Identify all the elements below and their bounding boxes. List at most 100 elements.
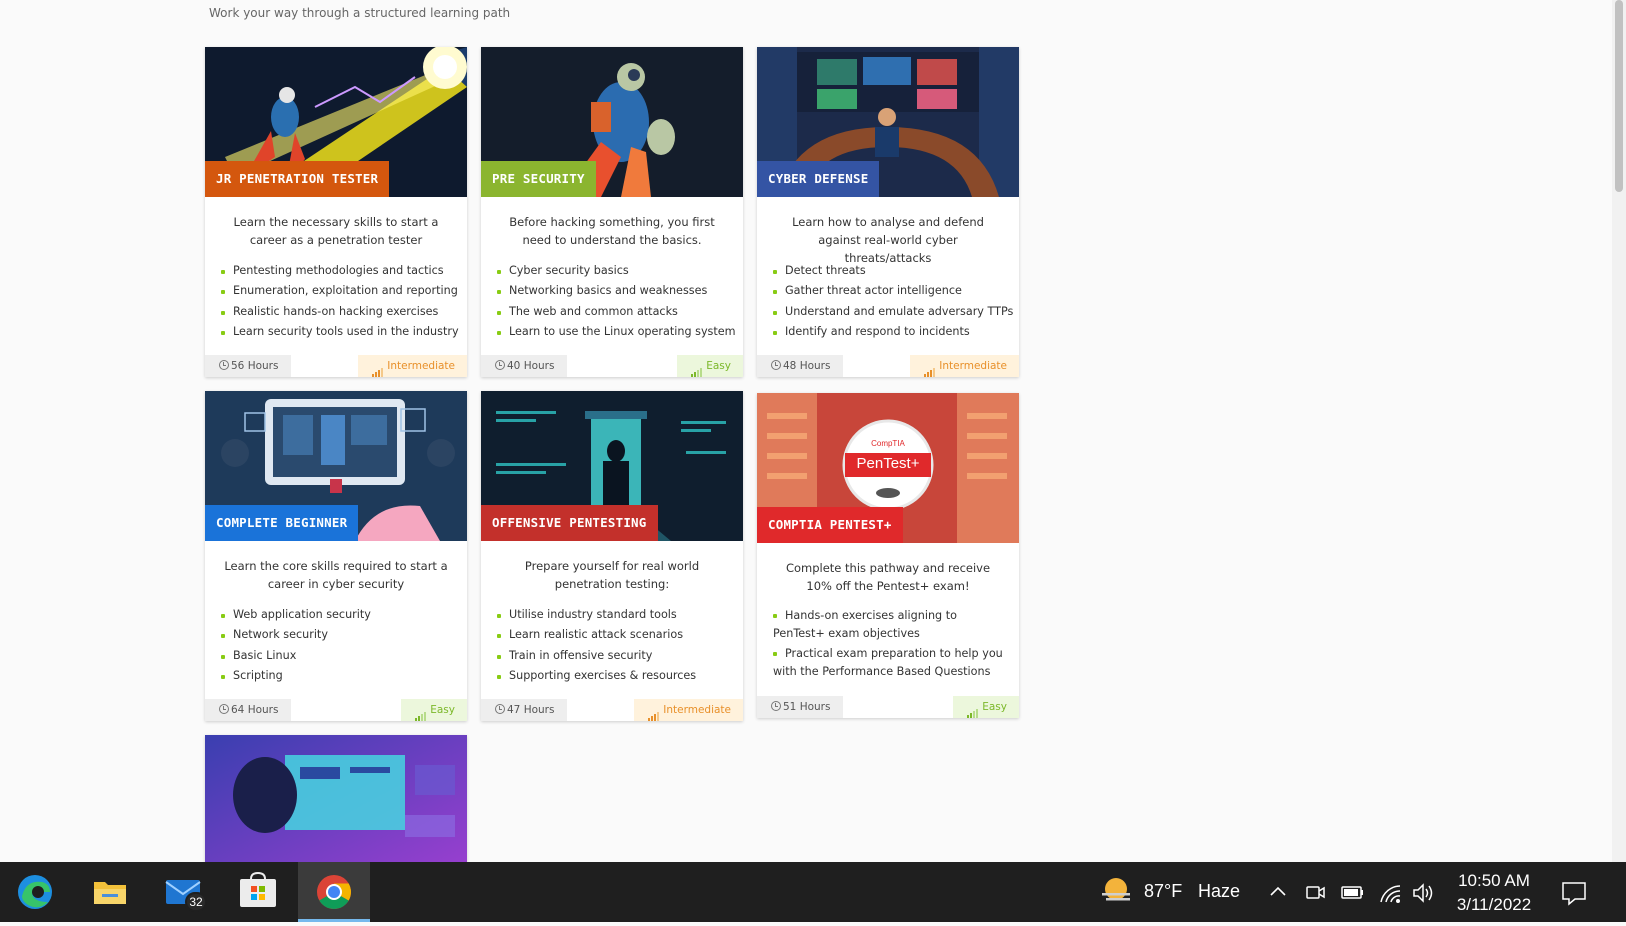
list-item: The web and common attacks (497, 302, 729, 322)
weather-description: Haze (1198, 881, 1241, 901)
card-tag: PRE SECURITY (481, 161, 596, 197)
difficulty-label: Easy (982, 701, 1007, 713)
hours-label: 64 Hours (231, 704, 279, 716)
mail-unread-badge: 32 (185, 892, 207, 912)
list-item: Web application security (221, 605, 453, 625)
hours-badge: 51 Hours (757, 696, 843, 718)
card-feature-list: Detect threats Gather threat actor intel… (773, 261, 1013, 342)
vertical-scrollbar[interactable] (1612, 0, 1626, 862)
path-card-comptia-pentest[interactable]: CompTIA PenTest+ COMPTIA PENTEST+ Comple… (757, 393, 1019, 718)
weather-widget[interactable]: 87°F Haze (1096, 862, 1256, 922)
page-subtitle: Work your way through a structured learn… (209, 6, 511, 20)
list-item: Identify and respond to incidents (773, 322, 1005, 342)
scrollbar-thumb[interactable] (1615, 0, 1623, 192)
card-banner-image: COMPLETE BEGINNER (205, 391, 467, 541)
hours-label: 47 Hours (507, 704, 555, 716)
list-item: Gather threat actor intelligence (773, 281, 1005, 301)
file-explorer-icon[interactable] (74, 862, 146, 922)
browser-viewport: Work your way through a structured learn… (0, 0, 1626, 862)
card-banner-image: CYBER DEFENSE (757, 47, 1019, 197)
card-feature-list: Pentesting methodologies and tactics Enu… (221, 261, 459, 342)
path-card-offensive-pentesting[interactable]: OFFENSIVE PENTESTING Prepare yourself fo… (481, 391, 743, 721)
difficulty-label: Easy (430, 704, 455, 716)
list-item: Cyber security basics (497, 261, 729, 281)
card-tag: JR PENETRATION TESTER (205, 161, 390, 197)
weather-haze-icon (1102, 878, 1130, 901)
difficulty-badge: Easy (677, 355, 743, 377)
card-feature-list: Utilise industry standard tools Learn re… (497, 605, 729, 686)
list-item: Practical exam preparation to help you w… (773, 645, 1005, 681)
difficulty-badge: Intermediate (358, 355, 467, 377)
card-footer: 47 Hours Intermediate (481, 699, 743, 721)
volume-icon[interactable] (1412, 882, 1436, 904)
card-description: Before hacking something, you first need… (509, 215, 715, 247)
list-item: Pentesting methodologies and tactics (221, 261, 453, 281)
path-card-partial[interactable] (205, 735, 467, 862)
hours-badge: 64 Hours (205, 699, 291, 721)
list-item: Learn security tools used in the industr… (221, 322, 459, 342)
pentest-logo-text: PenTest+ (856, 455, 920, 472)
hours-label: 56 Hours (231, 360, 279, 372)
chevron-up-icon[interactable] (1268, 882, 1288, 902)
hours-label: 51 Hours (783, 701, 831, 713)
difficulty-label: Intermediate (387, 360, 455, 372)
comptia-logo-text: CompTIA (871, 439, 905, 448)
edge-icon[interactable] (0, 862, 72, 922)
signal-bars-icon (691, 356, 703, 377)
mail-icon[interactable]: 32 (148, 862, 220, 922)
path-card-pre-security[interactable]: PRE SECURITY Before hacking something, y… (481, 47, 743, 377)
card-description: Learn how to analyse and defend against … (792, 215, 984, 265)
camera-icon[interactable] (1304, 882, 1326, 902)
clock-icon (495, 360, 505, 370)
clock-icon (219, 360, 229, 370)
notification-center-icon[interactable] (1560, 880, 1588, 906)
card-description: Learn the necessary skills to start a ca… (233, 215, 439, 247)
chrome-icon[interactable] (298, 862, 370, 922)
signal-bars-icon (967, 697, 979, 718)
card-tag: COMPLETE BEGINNER (205, 505, 359, 541)
taskbar-time: 10:50 AM (1458, 871, 1530, 890)
card-banner-image: PRE SECURITY (481, 47, 743, 197)
difficulty-badge: Intermediate (910, 355, 1019, 377)
card-tag: OFFENSIVE PENTESTING (481, 505, 658, 541)
difficulty-badge: Intermediate (634, 699, 743, 721)
microsoft-store-icon[interactable] (222, 862, 294, 922)
path-card-cyber-defense[interactable]: CYBER DEFENSE Learn how to analyse and d… (757, 47, 1019, 377)
card-banner-image: OFFENSIVE PENTESTING (481, 391, 743, 541)
list-item: Basic Linux (221, 646, 453, 666)
battery-icon[interactable] (1340, 882, 1366, 902)
hours-label: 40 Hours (507, 360, 555, 372)
windows-taskbar: 32 87°F Haze 10:50 AM 3/11/2022 (0, 862, 1626, 922)
wifi-icon[interactable] (1378, 882, 1402, 904)
card-footer: 64 Hours Easy (205, 699, 467, 721)
difficulty-badge: Easy (401, 699, 467, 721)
taskbar-date: 3/11/2022 (1456, 895, 1532, 914)
card-banner-image: JR PENETRATION TESTER (205, 47, 467, 197)
path-card-complete-beginner[interactable]: COMPLETE BEGINNER Learn the core skills … (205, 391, 467, 721)
hours-badge: 47 Hours (481, 699, 567, 721)
list-item: Utilise industry standard tools (497, 605, 729, 625)
list-item: Understand and emulate adversary TTPs (773, 302, 1013, 322)
signal-bars-icon (648, 700, 660, 721)
card-banner-image: CompTIA PenTest+ COMPTIA PENTEST+ (757, 393, 1019, 543)
list-item: Detect threats (773, 261, 1005, 281)
hours-badge: 56 Hours (205, 355, 291, 377)
list-item: Enumeration, exploitation and reporting (221, 281, 458, 301)
weather-temperature: 87°F (1144, 881, 1183, 901)
card-description: Prepare yourself for real world penetrat… (524, 559, 700, 591)
difficulty-label: Easy (706, 360, 731, 372)
difficulty-badge: Easy (953, 696, 1019, 718)
signal-bars-icon (415, 700, 427, 721)
difficulty-label: Intermediate (663, 704, 731, 716)
card-footer: 48 Hours Intermediate (757, 355, 1019, 377)
list-item: Scripting (221, 666, 453, 686)
card-footer: 51 Hours Easy (757, 696, 1019, 718)
signal-bars-icon (372, 356, 384, 377)
signal-bars-icon (924, 356, 936, 377)
list-item: Hands-on exercises aligning to PenTest+ … (773, 607, 1005, 643)
clock-icon (219, 704, 229, 714)
path-card-jr-penetration-tester[interactable]: JR PENETRATION TESTER Learn the necessar… (205, 47, 467, 377)
list-item: Supporting exercises & resources (497, 666, 729, 686)
clock-area[interactable]: 10:50 AM 3/11/2022 (1442, 862, 1552, 922)
list-item: Networking basics and weaknesses (497, 281, 729, 301)
